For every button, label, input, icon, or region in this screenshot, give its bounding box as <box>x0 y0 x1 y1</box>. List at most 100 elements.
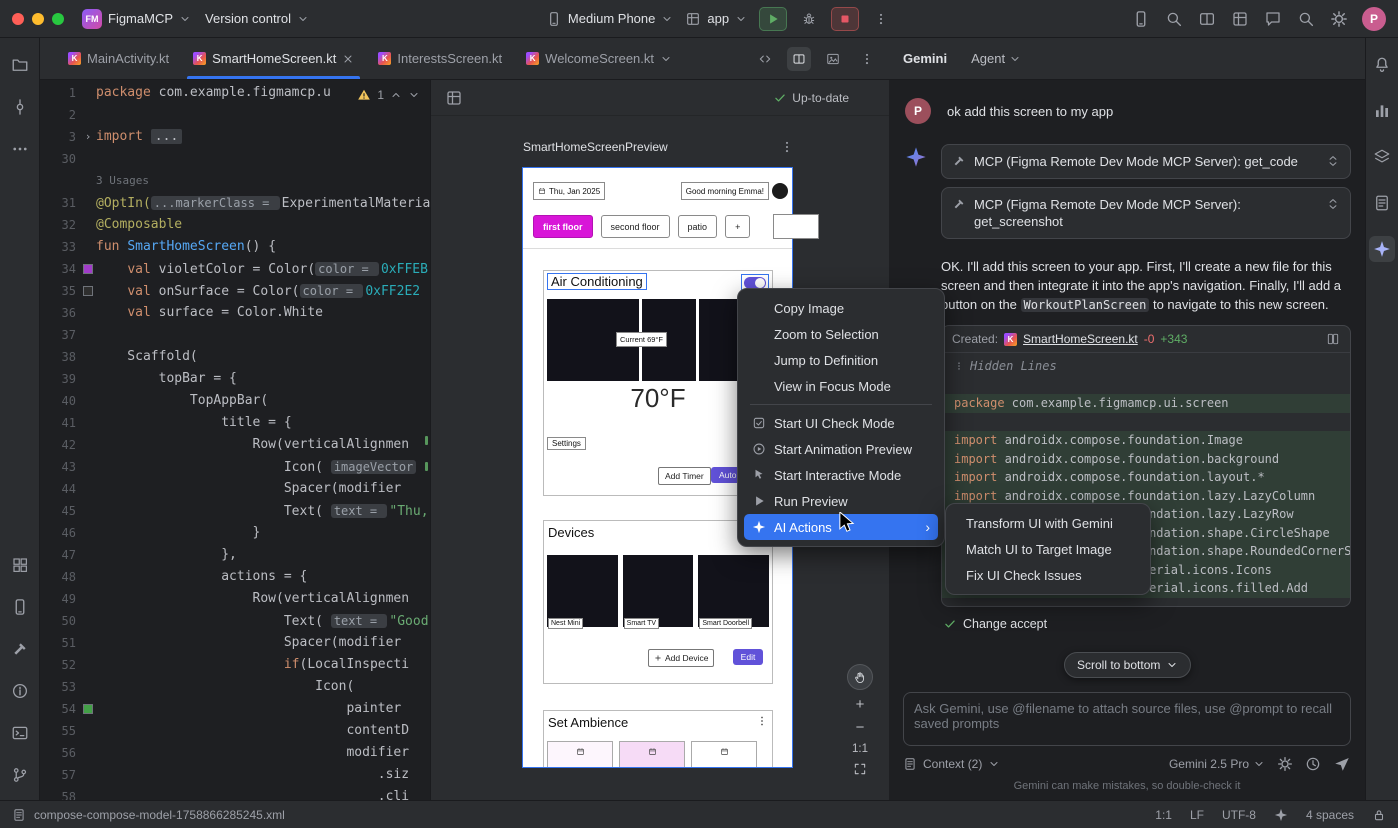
commit-icon[interactable] <box>7 94 33 120</box>
statusbar-filename[interactable]: compose-compose-model-1758866285245.xml <box>34 808 285 822</box>
chat-history[interactable]: P ok add this screen to my app MCP (Figm… <box>889 80 1365 686</box>
tab-gemini[interactable]: Gemini <box>903 51 947 66</box>
tab-interestsscreen-kt[interactable]: KInterestsScreen.kt <box>366 38 514 79</box>
menu-item-copy-image[interactable]: Copy Image <box>744 295 938 321</box>
lock-icon[interactable] <box>1372 808 1386 822</box>
zoom-to-fit-button[interactable] <box>853 762 867 776</box>
version-control-icon[interactable] <box>7 762 33 788</box>
settings-label[interactable]: Settings <box>547 437 586 450</box>
minimize-window-button[interactable] <box>32 13 44 25</box>
prev-issue-icon[interactable] <box>390 89 402 101</box>
profile-avatar[interactable]: P <box>1362 7 1386 31</box>
submenu-item-transform-ui-with-gemini[interactable]: Transform UI with Gemini <box>952 510 1144 536</box>
close-tab-icon[interactable] <box>342 53 354 65</box>
gemini-icon[interactable] <box>1369 236 1395 262</box>
project-icon[interactable] <box>7 52 33 78</box>
run-config-selector[interactable]: app <box>685 11 747 27</box>
running-devices-icon[interactable] <box>1165 10 1183 28</box>
ambience-card[interactable] <box>619 741 685 768</box>
file-encoding[interactable]: UTF-8 <box>1222 808 1256 822</box>
preview-grid-icon[interactable] <box>445 89 463 107</box>
device-card-smart-tv[interactable]: Smart TV <box>623 555 694 627</box>
menu-item-zoom-to-selection[interactable]: Zoom to Selection <box>744 321 938 347</box>
pan-tool-button[interactable] <box>847 664 873 690</box>
run-button[interactable] <box>759 7 787 31</box>
history-icon[interactable] <box>1305 756 1321 772</box>
preview-menu-icon[interactable] <box>780 140 794 154</box>
submenu-item-match-ui-to-target-image[interactable]: Match UI to Target Image <box>952 536 1144 562</box>
zoom-in-button[interactable]: + <box>856 697 865 713</box>
hierarchy-icon[interactable] <box>1369 144 1395 170</box>
device-explorer-icon[interactable] <box>7 594 33 620</box>
debug-button[interactable] <box>795 7 823 31</box>
zoom-window-button[interactable] <box>52 13 64 25</box>
expand-icon[interactable] <box>1326 154 1340 168</box>
build-icon[interactable] <box>7 636 33 662</box>
inspections-widget[interactable]: 1 <box>357 88 420 102</box>
line-ending[interactable]: LF <box>1190 808 1204 822</box>
tab-mainactivity-kt[interactable]: KMainActivity.kt <box>56 38 181 79</box>
open-diff-icon[interactable] <box>1326 332 1340 346</box>
menu-item-view-in-focus-mode[interactable]: View in Focus Mode <box>744 373 938 399</box>
zoom-ratio-button[interactable]: 1:1 <box>852 743 868 755</box>
device-card-smart-doorbell[interactable]: Smart Doorbell <box>698 555 769 627</box>
problems-icon[interactable] <box>7 678 33 704</box>
prompt-input[interactable] <box>903 692 1351 746</box>
more-icon[interactable] <box>7 136 33 162</box>
design-view-button[interactable] <box>821 47 845 71</box>
menu-item-jump-to-definition[interactable]: Jump to Definition <box>744 347 938 373</box>
user-avatar[interactable] <box>772 183 788 199</box>
floor-tab-[interactable]: + <box>725 215 750 238</box>
split-view-icon[interactable] <box>1198 10 1216 28</box>
ambience-card[interactable] <box>547 741 613 768</box>
mcp-tool-card[interactable]: MCP (Figma Remote Dev Mode MCP Server): … <box>941 144 1351 179</box>
next-issue-icon[interactable] <box>408 89 420 101</box>
profiler-icon[interactable] <box>1369 98 1395 124</box>
send-button[interactable] <box>1333 755 1351 773</box>
search-everywhere-icon[interactable] <box>1297 10 1315 28</box>
hidden-lines-row[interactable]: Hidden Lines <box>942 357 1350 376</box>
more-button[interactable] <box>855 47 879 71</box>
submenu-item-fix-ui-check-issues[interactable]: Fix UI Check Issues <box>952 562 1144 588</box>
menu-item-start-interactive-mode[interactable]: Start Interactive Mode <box>744 462 938 488</box>
device-manager-icon[interactable] <box>1132 10 1150 28</box>
close-window-button[interactable] <box>12 13 24 25</box>
menu-item-start-ui-check-mode[interactable]: Start UI Check Mode <box>744 410 938 436</box>
expand-icon[interactable] <box>1326 197 1340 211</box>
more-button[interactable] <box>867 7 895 31</box>
gemini-status-icon[interactable] <box>1274 808 1288 822</box>
notes-icon[interactable] <box>1369 190 1395 216</box>
scroll-to-bottom-button[interactable]: Scroll to bottom <box>1064 652 1191 678</box>
zoom-out-button[interactable]: − <box>856 720 865 736</box>
floor-tab-second-floor[interactable]: second floor <box>601 215 670 238</box>
tab-smarthomescreen-kt[interactable]: KSmartHomeScreen.kt <box>181 38 366 79</box>
settings-icon[interactable] <box>1330 10 1348 28</box>
floor-tab-first-floor[interactable]: first floor <box>533 215 593 238</box>
project-widget[interactable]: FM FigmaMCP <box>82 9 191 29</box>
mcp-tool-card[interactable]: MCP (Figma Remote Dev Mode MCP Server): … <box>941 187 1351 239</box>
tab-welcomescreen-kt[interactable]: KWelcomeScreen.kt <box>514 38 684 79</box>
structure-icon[interactable] <box>7 552 33 578</box>
comments-icon[interactable] <box>1264 10 1282 28</box>
device-card-nest-mini[interactable]: Nest Mini <box>547 555 618 627</box>
code-view-button[interactable] <box>753 47 777 71</box>
indent-setting[interactable]: 4 spaces <box>1306 808 1354 822</box>
ambience-card[interactable] <box>691 741 757 768</box>
gemini-settings-icon[interactable] <box>1277 756 1293 772</box>
stop-button[interactable] <box>831 7 859 31</box>
greeting-label[interactable]: Good morning Emma! <box>681 182 769 200</box>
add-device-button[interactable]: Add Device <box>648 649 714 667</box>
split-view-button[interactable] <box>787 47 811 71</box>
created-file-link[interactable]: SmartHomeScreen.kt <box>1023 332 1138 346</box>
vcs-widget[interactable]: Version control <box>205 11 309 26</box>
devices-card[interactable]: Devices Nest MiniSmart TVSmart Doorbell … <box>543 520 773 684</box>
code-editor[interactable]: 1package com.example.figmamcp.u23›import… <box>40 80 431 800</box>
terminal-icon[interactable] <box>7 720 33 746</box>
resource-manager-icon[interactable] <box>1231 10 1249 28</box>
ambience-card[interactable]: Set Ambience <box>543 710 773 768</box>
date-chip[interactable]: Thu, Jan 2025 <box>533 182 605 200</box>
tab-agent[interactable]: Agent <box>971 51 1021 66</box>
edit-button[interactable]: Edit <box>733 649 763 665</box>
caret-position[interactable]: 1:1 <box>1155 808 1172 822</box>
ambience-menu-icon[interactable] <box>756 715 768 727</box>
